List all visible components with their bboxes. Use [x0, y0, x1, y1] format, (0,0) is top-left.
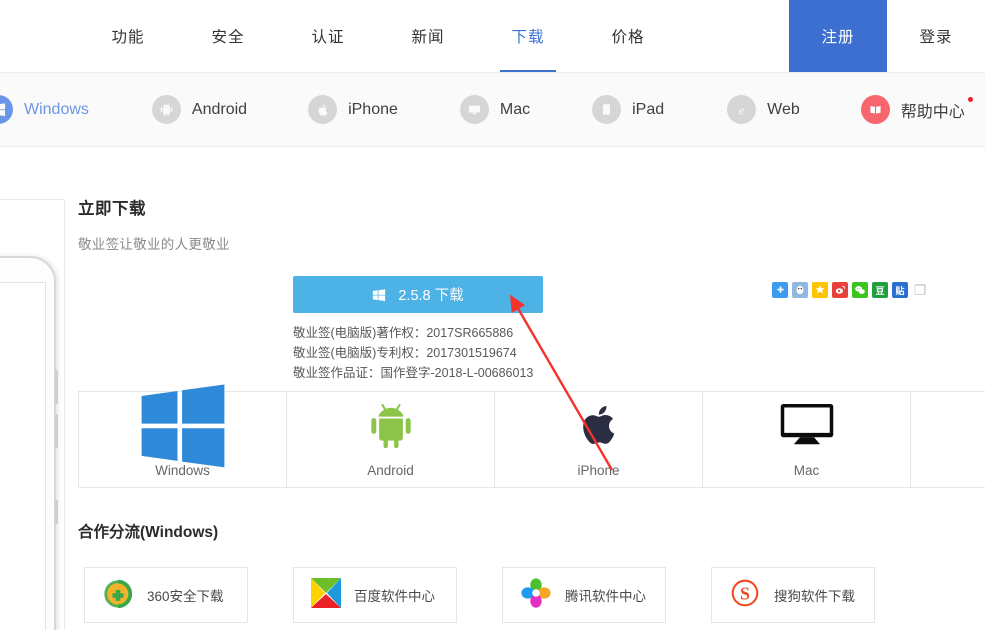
legal-info-block: 敬业签(电脑版)著作权：2017SR665886 敬业签(电脑版)专利权：201…	[293, 323, 533, 383]
platform-card-label: Android	[367, 463, 414, 478]
download-button[interactable]: 2.5.8 下载	[293, 276, 543, 313]
register-label: 注册	[821, 29, 855, 46]
svg-text:e: e	[739, 103, 745, 117]
partner-section-title: 合作分流(Windows)	[78, 524, 219, 541]
subnav-label: Web	[767, 100, 800, 118]
subnav-item-windows[interactable]: Windows	[0, 95, 89, 124]
subnav-item-web[interactable]: e Web	[727, 95, 800, 124]
subnav-item-android[interactable]: Android	[151, 95, 248, 124]
login-button[interactable]: 登录	[887, 0, 985, 72]
wechat-icon[interactable]	[852, 282, 868, 298]
subnav-item-iphone[interactable]: iPhone	[308, 95, 398, 124]
nav-label: 功能	[111, 29, 145, 46]
subnav-item-help-center[interactable]: 帮助中心	[860, 95, 973, 124]
platform-card-label: Mac	[793, 463, 820, 478]
sogou-logo: S	[728, 576, 762, 615]
platform-card-label: iPhone	[577, 463, 620, 478]
subnav-label: Mac	[499, 100, 531, 118]
share-plus-icon[interactable]	[772, 282, 788, 298]
ipad-logo	[911, 392, 985, 458]
partner-card-row: 360安全下载 百度软件中心 腾讯软件中心 S 搜狗软件下载	[84, 567, 920, 623]
partner-label: 搜狗软件下载	[774, 589, 855, 604]
partner-label: 腾讯软件中心	[565, 589, 646, 604]
platform-card-ipad[interactable]: iPad	[910, 391, 985, 488]
qzone-icon[interactable]	[812, 282, 828, 298]
nav-label: 下载	[511, 29, 545, 46]
svg-text:S: S	[740, 583, 750, 603]
page-title: 立即下载	[78, 200, 146, 218]
partner-card-360[interactable]: 360安全下载	[84, 567, 248, 623]
left-device-preview-panel: P	[0, 199, 65, 630]
nav-item-features[interactable]: 功能	[78, 0, 178, 72]
social-share-bar: 豆 贴 ❐	[772, 282, 928, 298]
windows-icon	[0, 95, 13, 124]
device-side-button	[55, 500, 58, 524]
download-button-label: 2.5.8 下载	[398, 288, 464, 304]
device-side-button	[55, 370, 58, 404]
nav-item-price[interactable]: 价格	[578, 0, 678, 72]
subnav-label: iPhone	[348, 100, 398, 118]
nav-label: 认证	[311, 29, 345, 46]
platform-sub-navigation: Windows Android iPhone Mac iPad e Web 帮助…	[0, 73, 985, 147]
partner-card-baidu[interactable]: 百度软件中心	[293, 567, 457, 623]
device-mockup: P	[0, 256, 58, 630]
partner-label: 百度软件中心	[354, 589, 435, 604]
subnav-label: Windows	[24, 100, 89, 118]
notification-badge-dot	[967, 97, 973, 102]
page-subtitle: 敬业签让敬业的人更敬业	[78, 237, 230, 252]
page-root: 功能 安全 认证 新闻 下载 价格 注册 登录 Windows Android	[0, 0, 985, 630]
weibo-icon[interactable]	[832, 282, 848, 298]
platform-card-mac[interactable]: Mac	[702, 391, 911, 488]
partner-label: 360安全下载	[147, 589, 224, 604]
douban-icon[interactable]: 豆	[872, 282, 888, 298]
subnav-item-mac[interactable]: Mac	[459, 95, 531, 124]
android-icon	[151, 95, 181, 124]
platform-card-android[interactable]: Android	[286, 391, 495, 488]
tencent-logo	[519, 576, 553, 615]
partner-card-sogou[interactable]: S 搜狗软件下载	[711, 567, 875, 623]
nav-item-security[interactable]: 安全	[178, 0, 278, 72]
platform-card-windows[interactable]: Windows	[78, 384, 287, 488]
work-certificate-line: 敬业签作品证：国作登字-2018-L-00686013	[293, 366, 534, 380]
apple-icon	[308, 95, 338, 124]
monitor-icon	[459, 95, 489, 124]
subnav-label: 帮助中心	[900, 103, 965, 121]
device-side-button	[55, 414, 58, 448]
baidu-logo	[310, 577, 342, 614]
subnav-label: iPad	[632, 100, 665, 118]
windows-logo	[79, 384, 286, 468]
tieba-icon[interactable]: 贴	[892, 282, 908, 298]
nav-label: 新闻	[411, 29, 445, 46]
copyright-line: 敬业签(电脑版)著作权：2017SR665886	[293, 326, 514, 340]
360-logo	[101, 576, 135, 615]
login-label: 登录	[919, 29, 953, 46]
nav-label: 安全	[211, 29, 245, 46]
apple-logo	[495, 392, 702, 458]
nav-item-certification[interactable]: 认证	[278, 0, 378, 72]
main-content: 立即下载 敬业签让敬业的人更敬业 2.5.8 下载 敬业签(电脑版)著作权：20…	[78, 195, 985, 623]
top-nav-links: 功能 安全 认证 新闻 下载 价格	[78, 0, 678, 72]
register-button[interactable]: 注册	[789, 0, 887, 72]
book-icon	[860, 95, 890, 124]
imac-logo	[703, 392, 910, 458]
nav-item-news[interactable]: 新闻	[378, 0, 478, 72]
qq-icon[interactable]	[792, 282, 808, 298]
device-screen: P	[0, 282, 46, 630]
partner-card-tencent[interactable]: 腾讯软件中心	[502, 567, 666, 623]
top-navigation-bar: 功能 安全 认证 新闻 下载 价格 注册 登录	[0, 0, 985, 73]
nav-item-download[interactable]: 下载	[478, 0, 578, 72]
android-logo	[287, 392, 494, 458]
internet-explorer-icon: e	[727, 95, 757, 124]
platform-card-iphone[interactable]: iPhone	[494, 391, 703, 488]
patent-line: 敬业签(电脑版)专利权：2017301519674	[293, 346, 517, 360]
copy-icon[interactable]: ❐	[912, 282, 928, 298]
platform-card-row: Windows Android iPhone Mac	[78, 384, 985, 488]
tablet-icon	[592, 95, 622, 124]
windows-icon	[372, 288, 386, 302]
nav-label: 价格	[611, 29, 645, 46]
subnav-label: Android	[191, 100, 248, 118]
subnav-item-ipad[interactable]: iPad	[592, 95, 664, 124]
